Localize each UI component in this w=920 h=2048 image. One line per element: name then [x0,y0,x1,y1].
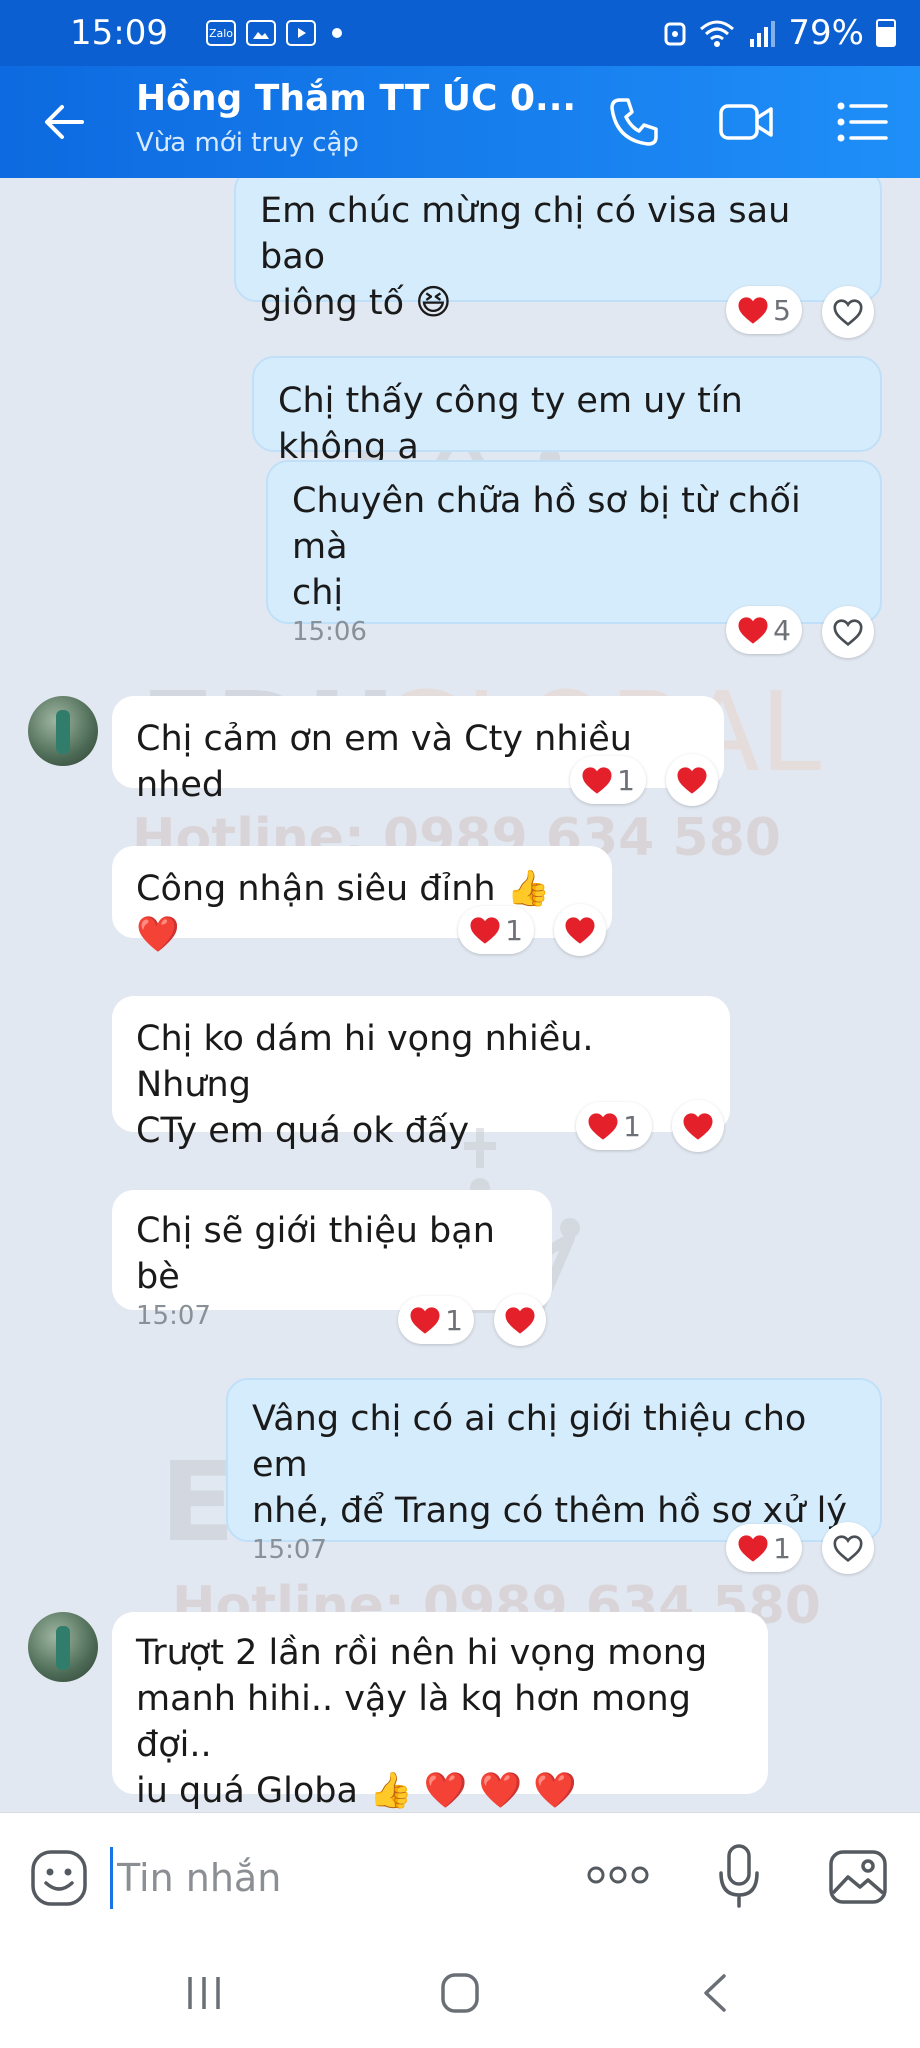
status-bar: 15:09 Zalo 79% [0,0,920,66]
reaction-count: 4 [773,613,791,647]
message-line: Chị sẽ giới thiệu bạn bè [136,1211,495,1297]
phone-call-icon[interactable] [606,94,662,150]
message-bubble-outgoing[interactable]: Chị thấy công ty em uy tín không ạ [252,356,882,467]
recent-apps-icon[interactable] [184,1974,224,2012]
heart-icon [676,766,708,795]
reaction-count: 1 [617,763,635,797]
message-line: Vâng chị có ai chị giới thiệu cho em [252,1399,807,1485]
back-nav-icon[interactable] [700,1972,730,2014]
message-line: manh hihi.. vậy là kq hơn mong đợi.. [136,1679,691,1765]
react-button[interactable] [554,904,606,956]
message-line: Trượt 2 lần rồi nên hi vọng mong [136,1633,708,1673]
reaction-count: 1 [773,1531,791,1565]
message-bubble-outgoing[interactable]: Chuyên chữa hồ sơ bị từ chối mà chị 15:0… [266,460,882,647]
zalo-icon: Zalo [206,20,236,46]
reaction-count: 1 [623,1109,641,1143]
status-right: 79% [664,13,896,53]
heart-outline-icon [832,1534,864,1563]
youtube-icon [286,20,316,46]
reaction-count-badge[interactable]: 1 [458,906,534,954]
reaction-count-badge[interactable]: 1 [726,1524,802,1572]
heart-outline-icon [832,618,864,647]
message-line: iu quá Globa 👍 ❤️ ❤️ ❤️ [136,1771,577,1811]
react-button[interactable] [822,1522,874,1574]
reaction-count: 5 [773,293,791,327]
heart-outline-icon [832,298,864,327]
image-gallery-icon[interactable] [828,1849,888,1905]
status-time: 15:09 [70,13,168,53]
contact-name[interactable]: Hồng Thắm TT ÚC 0... [136,78,576,119]
reaction-count-badge[interactable]: 1 [570,756,646,804]
reaction-count: 1 [505,913,523,947]
chat-header: Hồng Thắm TT ÚC 0... Vừa mới truy cập [0,66,920,178]
heart-icon [469,916,501,945]
heart-icon [504,1306,536,1335]
home-icon[interactable] [440,1972,480,2014]
message-line: Chuyên chữa hồ sơ bị từ chối mà [292,481,801,567]
message-line: Chị thấy công ty em uy tín không ạ [278,381,743,467]
reaction-count-badge[interactable]: 5 [726,286,802,334]
gallery-icon [246,20,276,46]
react-button[interactable] [666,754,718,806]
battery-percent: 79% [788,13,864,53]
contact-status: Vừa mới truy cập [136,128,359,158]
video-call-icon[interactable] [718,94,774,150]
heart-icon [587,1112,619,1141]
message-line: Em chúc mừng chị có visa sau bao [260,191,791,277]
status-notification-icons: Zalo [206,20,342,46]
message-bubble-incoming[interactable]: Chị sẽ giới thiệu bạn bè 15:07 [112,1190,552,1331]
message-list[interactable]: Em chúc mừng chị có visa sau bao giông t… [0,178,920,1812]
reaction-count-badge[interactable]: 1 [576,1102,652,1150]
system-nav-bar [0,1940,920,2048]
contact-avatar[interactable] [28,696,98,766]
heart-icon [737,616,769,645]
heart-icon [581,766,613,795]
heart-icon [737,1534,769,1563]
microphone-icon[interactable] [716,1843,762,1909]
message-input[interactable] [110,1847,569,1909]
message-bubble-outgoing[interactable]: Em chúc mừng chị có visa sau bao giông t… [234,178,882,323]
reaction-count-badge[interactable]: 1 [398,1296,474,1344]
react-button[interactable] [672,1100,724,1152]
heart-icon [737,296,769,325]
react-button[interactable] [822,286,874,338]
more-options-icon[interactable] [586,1863,650,1887]
heart-icon [682,1112,714,1141]
battery-icon [876,19,896,47]
message-bubble-incoming[interactable]: Trượt 2 lần rồi nên hi vọng mong manh hi… [112,1612,768,1811]
message-bubble-incoming[interactable]: Công nhận siêu đỉnh 👍 ❤️ [112,846,612,955]
heart-icon [409,1306,441,1335]
signal-icon [750,21,776,47]
react-button[interactable] [822,606,874,658]
menu-list-icon[interactable] [834,94,890,150]
react-button[interactable] [494,1294,546,1346]
emoji-sticker-icon[interactable] [30,1849,88,1907]
dot-icon [332,28,342,38]
reaction-count-badge[interactable]: 4 [726,606,802,654]
wifi-icon [700,20,735,47]
message-bubble-outgoing[interactable]: Vâng chị có ai chị giới thiệu cho em nhé… [226,1378,882,1565]
heart-icon [564,916,596,945]
back-arrow-icon[interactable] [40,98,88,146]
data-saver-icon [664,22,686,46]
message-line: Chị ko dám hi vọng nhiều. Nhưng [136,1019,594,1105]
message-input-bar [0,1812,920,1941]
reaction-count: 1 [445,1303,463,1337]
message-line: Chị cảm ơn em và Cty nhiều nhed [136,719,632,805]
contact-avatar[interactable] [28,1612,98,1682]
